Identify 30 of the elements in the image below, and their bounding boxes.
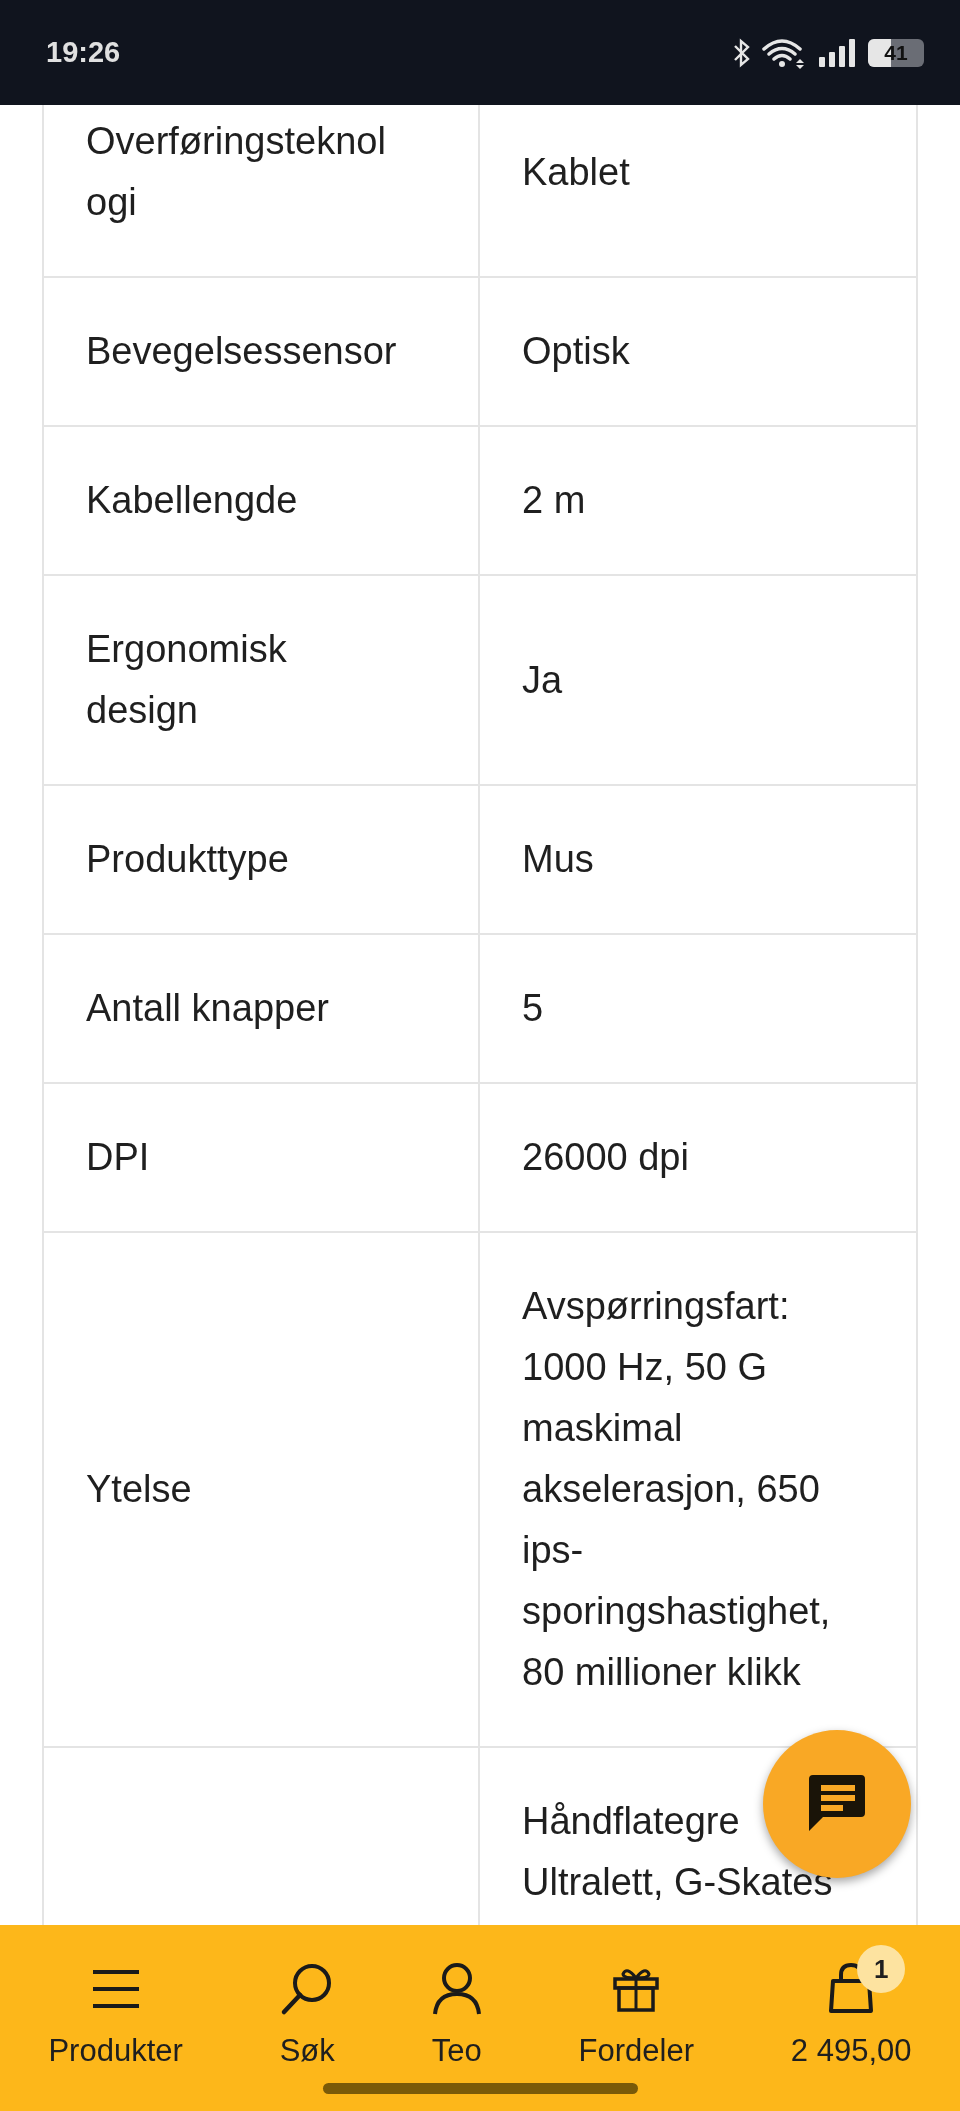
spec-value: 2 m [522,478,586,523]
spec-value: Avspørringsfart: 1000 Hz, 50 G maskimal akselerasjon, 650 ips- sporingshastighet, 80 millioner klikk [522,1284,831,1695]
clock: 19:26 [46,36,121,69]
spec-label: Antall knapper [86,986,329,1031]
user-icon [431,1962,482,2016]
spec-label: Kabellengde [86,478,298,523]
spec-value: Kablet [522,149,630,195]
spec-value: Optisk [522,329,630,374]
nav-item[interactable]: Søk [279,1939,335,2069]
nav-item[interactable]: 1 2 495,00 [790,1939,912,2069]
bluetooth-icon [732,36,752,69]
gift-icon [613,1966,660,2012]
spec-value: 5 [522,986,544,1031]
spec-label: Ergonomisk design [86,627,287,733]
nav-item[interactable]: Produkter [48,1939,183,2069]
signal-icon [818,36,858,69]
spec-value: Mus [522,837,594,882]
nav-item[interactable]: Fordeler [578,1939,694,2069]
spec-value: 26000 dpi [522,1135,689,1180]
spec-label: DPI [86,1135,150,1180]
cart-count-badge: 1 [857,1945,906,1993]
spec-value: Ja [522,657,563,703]
nav-item[interactable]: Teo [431,1939,482,2069]
menu-icon [90,1968,141,2010]
spec-label: Bevegelsessensor [86,329,397,374]
spec-value: Håndflategre Ultralett, G-Skates [522,1799,833,1905]
spec-label: Overføringsteknol ogi [86,119,386,225]
spec-label: Produkttype [86,837,289,882]
shopping-bag-icon [827,1963,876,2015]
spec-label: Ytelse [86,1467,192,1512]
